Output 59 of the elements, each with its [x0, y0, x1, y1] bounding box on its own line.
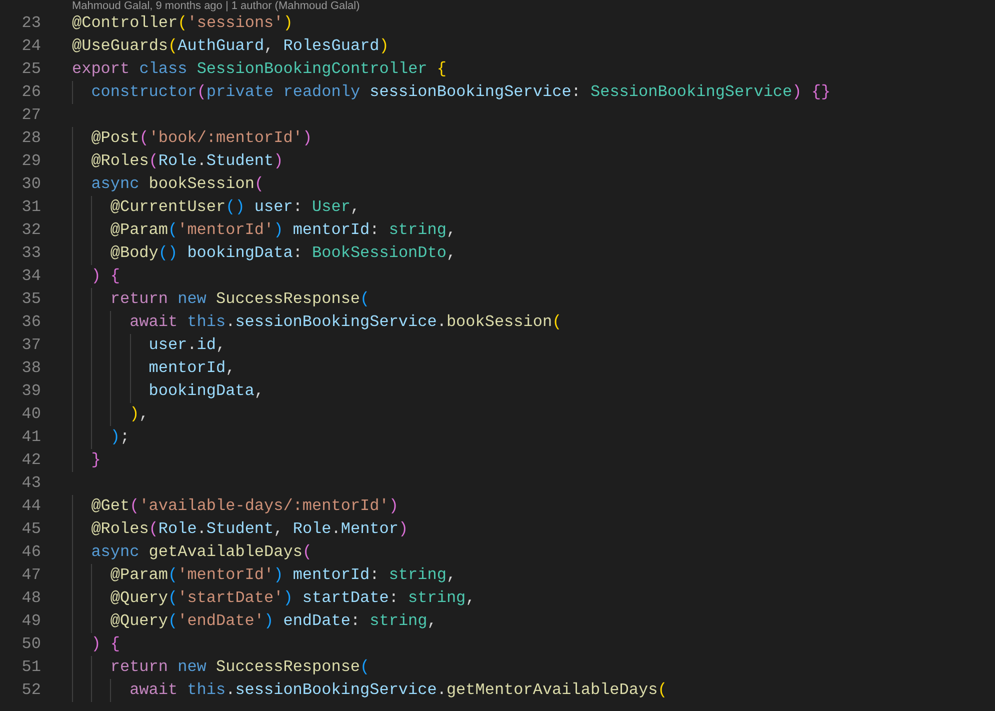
line-number: 23 [20, 13, 41, 34]
code-line: ), [130, 404, 149, 425]
line-number: 28 [20, 128, 41, 149]
code-line: ); [110, 427, 130, 448]
line-number: 25 [20, 59, 41, 80]
line-number: 32 [20, 220, 41, 241]
line-number: 51 [20, 657, 41, 678]
line-number: 49 [20, 611, 41, 632]
line-number: 40 [20, 404, 41, 425]
code-line: ) { [91, 634, 120, 655]
line-number: 41 [20, 427, 41, 448]
line-number: 50 [20, 634, 41, 655]
code-line: export class SessionBookingController { [72, 59, 446, 80]
line-number: 26 [20, 82, 41, 103]
code-line: @Body() bookingData: BookSessionDto, [110, 243, 456, 264]
code-line: @Param('mentorId') mentorId: string, [110, 220, 456, 241]
code-line: mentorId, [148, 358, 236, 379]
code-line: async getAvailableDays( [91, 542, 312, 563]
line-number: 33 [20, 243, 41, 264]
code-line: } [91, 450, 101, 471]
line-number: 42 [20, 450, 41, 471]
line-number: 39 [20, 381, 41, 402]
code-line: await this.sessionBookingService.bookSession( [130, 312, 562, 333]
line-number: 44 [20, 496, 41, 517]
line-number: 31 [20, 197, 41, 218]
line-number: 52 [20, 680, 41, 701]
code-line: @Roles(Role.Student, Role.Mentor) [91, 519, 408, 540]
code-line: bookingData, [148, 381, 264, 402]
line-number: 47 [20, 565, 41, 586]
code-line: @Roles(Role.Student) [91, 151, 284, 172]
code-line: @CurrentUser() user: User, [110, 197, 360, 218]
line-number: 27 [20, 105, 41, 126]
code-line: @Post('book/:mentorId') [91, 128, 312, 149]
line-number: 36 [20, 312, 41, 333]
code-line: return new SuccessResponse( [110, 657, 370, 678]
line-number: 38 [20, 358, 41, 379]
codelens-annotation[interactable]: Mahmoud Galal, 9 months ago | 1 author (Mahmoud Galal) [72, 0, 360, 12]
code-line: @Query('endDate') endDate: string, [110, 611, 437, 632]
line-number: 30 [20, 174, 41, 195]
code-line: await this.sessionBookingService.getMentorAvailableDays( [130, 680, 668, 701]
line-number: 43 [20, 473, 41, 494]
line-number: 35 [20, 289, 41, 310]
code-line: async bookSession( [91, 174, 264, 195]
code-line: @Get('available-days/:mentorId') [91, 496, 398, 517]
line-number: 37 [20, 335, 41, 356]
line-number: 45 [20, 519, 41, 540]
code-line: @Query('startDate') startDate: string, [110, 588, 476, 609]
code-line: return new SuccessResponse( [110, 289, 370, 310]
code-line: @Controller('sessions') [72, 13, 293, 34]
code-line: @UseGuards(AuthGuard, RolesGuard) [72, 36, 389, 57]
line-number: 29 [20, 151, 41, 172]
line-number: 46 [20, 542, 41, 563]
code-line: @Param('mentorId') mentorId: string, [110, 565, 456, 586]
line-number: 34 [20, 266, 41, 287]
code-line: user.id, [148, 335, 226, 356]
line-number: 48 [20, 588, 41, 609]
code-line: constructor(private readonly sessionBookingService: SessionBookingService) {} [91, 82, 831, 103]
line-number: 24 [20, 36, 41, 57]
code-line: ) { [91, 266, 120, 287]
